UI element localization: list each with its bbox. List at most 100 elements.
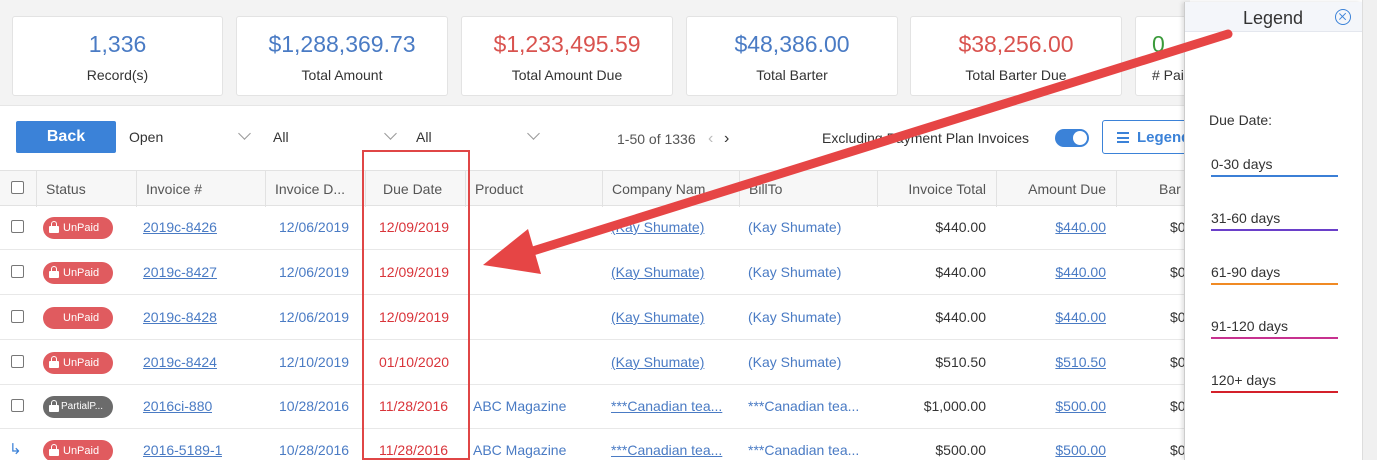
table-row[interactable]: UnPaid 2019c-8427 12/06/2019 12/09/2019 … xyxy=(0,250,1190,295)
previous-page-icon[interactable]: ‹ xyxy=(708,130,713,148)
row-checkbox[interactable] xyxy=(11,355,24,368)
legend-due-date-label: Due Date: xyxy=(1209,112,1273,128)
billto: ***Canadian tea... xyxy=(748,398,860,414)
legend-item-label: 0-30 days xyxy=(1211,156,1273,172)
table-row[interactable]: UnPaid 2019c-8428 12/06/2019 12/09/2019 … xyxy=(0,295,1190,340)
invoice-date: 10/28/2016 xyxy=(279,442,350,458)
row-checkbox[interactable] xyxy=(11,399,24,412)
invoice-number-link[interactable]: 2019c-8428 xyxy=(143,295,217,339)
company-link[interactable]: ***Canadian tea... xyxy=(611,384,733,428)
amount-due-link[interactable]: $440.00 xyxy=(996,205,1106,249)
legend-item: 120+ days xyxy=(1211,372,1338,393)
table-row[interactable]: UnPaid 2019c-8426 12/06/2019 12/09/2019 … xyxy=(0,205,1190,250)
stat-value: $1,233,495.59 xyxy=(493,31,641,57)
toggle-knob xyxy=(1073,131,1087,145)
table-row[interactable]: ↳ UnPaid 2016-5189-1 10/28/2016 11/28/20… xyxy=(0,428,1190,460)
stat-total-barter-due: $38,256.00 Total Barter Due xyxy=(910,16,1122,96)
invoice-number-link[interactable]: 2019c-8427 xyxy=(143,250,217,294)
status-badge-label: UnPaid xyxy=(63,312,100,324)
amount-due-link[interactable]: $500.00 xyxy=(996,384,1106,428)
legend-item: 0-30 days xyxy=(1211,156,1338,177)
status-filter-select[interactable]: Open xyxy=(129,121,255,153)
invoice-number-link[interactable]: 2019c-8424 xyxy=(143,340,217,384)
legend-item-line xyxy=(1211,175,1338,177)
column-header-invoice-total[interactable]: Invoice Total xyxy=(877,171,996,207)
billto: (Kay Shumate) xyxy=(748,309,842,325)
legend-item-line xyxy=(1211,337,1338,339)
product: ABC Magazine xyxy=(473,442,567,458)
status-badge-label: UnPaid xyxy=(63,357,100,369)
filter-two-select[interactable]: All xyxy=(273,121,399,153)
stat-label: Total Barter xyxy=(756,67,828,83)
chevron-down-icon xyxy=(527,127,540,140)
stat-records: 1,336 Record(s) xyxy=(12,16,223,96)
amount-due-link[interactable]: $510.50 xyxy=(996,340,1106,384)
row-checkbox[interactable] xyxy=(11,265,24,278)
legend-item-line xyxy=(1211,283,1338,285)
filter-three-select[interactable]: All xyxy=(416,121,542,153)
status-badge-label: UnPaid xyxy=(63,267,100,279)
scrollbar[interactable] xyxy=(1362,0,1377,460)
row-checkbox[interactable] xyxy=(11,220,24,233)
legend-item-label: 120+ days xyxy=(1211,372,1276,388)
invoice-date: 12/06/2019 xyxy=(279,309,350,325)
invoice-total: $1,000.00 xyxy=(923,398,986,414)
legend-panel: Legend Due Date: 0-30 days 31-60 days 61… xyxy=(1184,2,1363,460)
column-header-status[interactable]: Status xyxy=(36,171,136,207)
close-icon[interactable] xyxy=(1335,9,1351,25)
company-link[interactable]: (Kay Shumate) xyxy=(611,295,733,339)
pager-text: 1-50 of 1336 xyxy=(617,131,696,147)
company-link[interactable]: (Kay Shumate) xyxy=(611,340,733,384)
stat-total-barter: $48,386.00 Total Barter xyxy=(686,16,898,96)
billto: ***Canadian tea... xyxy=(748,442,860,458)
invoice-total: $510.50 xyxy=(935,354,986,370)
stat-total-amount: $1,288,369.73 Total Amount xyxy=(236,16,448,96)
table-row[interactable]: UnPaid 2019c-8424 12/10/2019 01/10/2020 … xyxy=(0,340,1190,385)
select-all-checkbox[interactable] xyxy=(11,181,24,194)
legend-item-line xyxy=(1211,229,1338,231)
summary-stats: 1,336 Record(s) $1,288,369.73 Total Amou… xyxy=(0,0,1245,106)
column-header-invoice-date[interactable]: Invoice D... xyxy=(265,171,365,207)
excluding-payment-plan-toggle[interactable] xyxy=(1055,129,1089,147)
table-row[interactable]: PartialP... 2016ci-880 10/28/2016 11/28/… xyxy=(0,384,1190,429)
column-header-product[interactable]: Product xyxy=(465,171,602,207)
legend-panel-header: Legend xyxy=(1185,2,1363,32)
due-date-highlight-box xyxy=(362,150,470,460)
invoice-number-link[interactable]: 2019c-8426 xyxy=(143,205,217,249)
legend-item: 91-120 days xyxy=(1211,318,1338,339)
legend-button-label: Legend xyxy=(1137,129,1191,146)
status-badge-label: UnPaid xyxy=(63,445,100,457)
stat-value: $1,288,369.73 xyxy=(268,31,416,57)
stat-value: $48,386.00 xyxy=(734,31,850,57)
billto: (Kay Shumate) xyxy=(748,354,842,370)
chevron-down-icon xyxy=(238,127,251,140)
amount-due-link[interactable]: $440.00 xyxy=(996,295,1106,339)
status-badge: UnPaid xyxy=(43,262,113,284)
column-header-billto[interactable]: BillTo xyxy=(739,171,877,207)
company-link[interactable]: (Kay Shumate) xyxy=(611,205,733,249)
column-header-amount-due[interactable]: Amount Due xyxy=(996,171,1116,207)
amount-due-link[interactable]: $440.00 xyxy=(996,250,1106,294)
status-badge: UnPaid xyxy=(43,217,113,239)
status-badge: UnPaid xyxy=(43,307,113,329)
stat-label: Total Amount xyxy=(301,67,383,83)
company-link[interactable]: ***Canadian tea... xyxy=(611,428,733,460)
legend-item-line xyxy=(1211,391,1338,393)
legend-item: 31-60 days xyxy=(1211,210,1338,231)
column-header-barter[interactable]: Bar xyxy=(1116,171,1190,207)
row-checkbox[interactable] xyxy=(11,310,24,323)
stat-total-amount-due: $1,233,495.59 Total Amount Due xyxy=(461,16,673,96)
invoice-number-link[interactable]: 2016-5189-1 xyxy=(143,428,222,460)
status-filter-value: Open xyxy=(129,129,164,145)
column-header-company-name[interactable]: Company Nam xyxy=(602,171,739,207)
column-header-invoice-number[interactable]: Invoice # xyxy=(136,171,265,207)
back-button[interactable]: Back xyxy=(16,121,116,153)
product: ABC Magazine xyxy=(473,398,567,414)
amount-due-link[interactable]: $500.00 xyxy=(996,428,1106,460)
company-link[interactable]: (Kay Shumate) xyxy=(611,250,733,294)
invoice-number-link[interactable]: 2016ci-880 xyxy=(143,384,212,428)
invoice-total: $440.00 xyxy=(935,219,986,235)
status-badge: PartialP... xyxy=(43,396,113,418)
invoice-total: $500.00 xyxy=(935,442,986,458)
next-page-icon[interactable]: › xyxy=(724,130,729,148)
